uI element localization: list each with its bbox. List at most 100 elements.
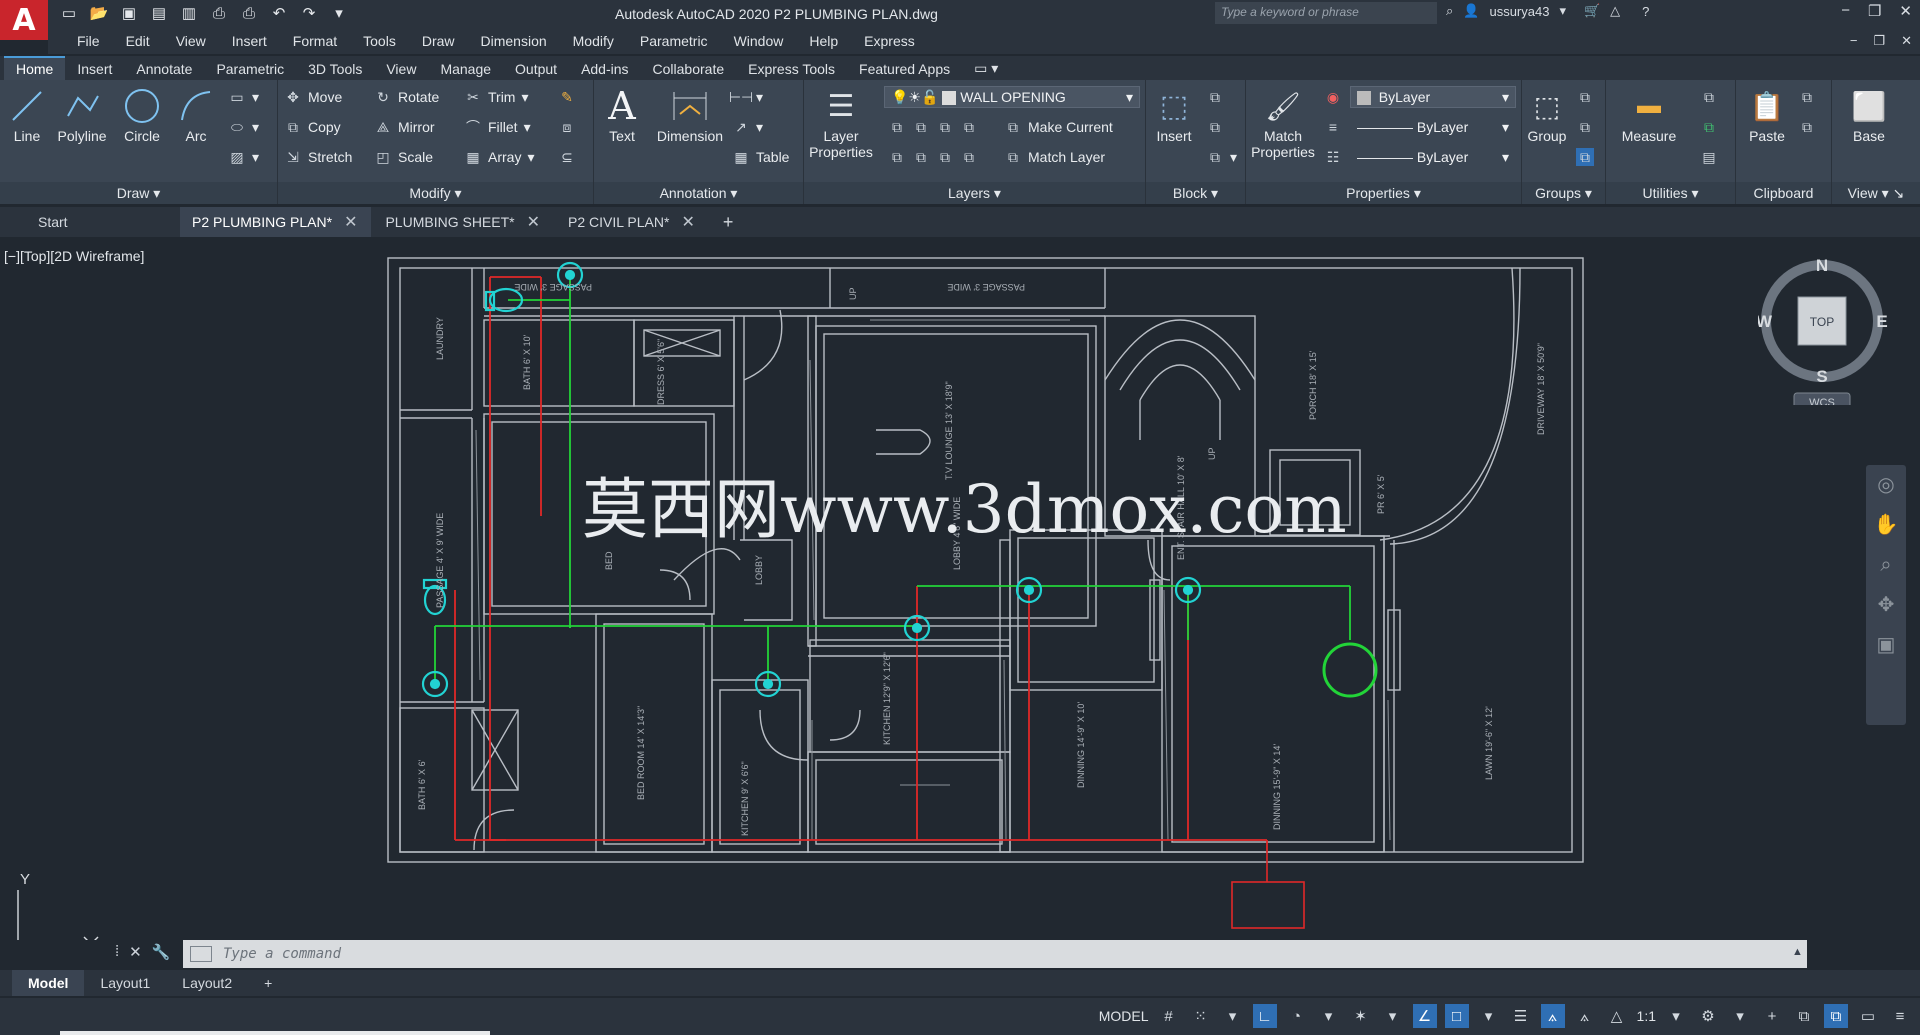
copy-button[interactable]: ⧉ Copy	[284, 118, 341, 136]
layer-on-icon[interactable]: ⧉	[888, 148, 906, 166]
close-tab-icon[interactable]: ✕	[681, 212, 694, 232]
layer-properties-button[interactable]: ☰ Layer Properties	[806, 86, 876, 161]
block-panel-title[interactable]: Block ▾	[1146, 182, 1245, 204]
workspace-gear-icon[interactable]: ⚙	[1696, 1004, 1720, 1028]
erase-button[interactable]: ✎	[558, 88, 576, 106]
customize-icon[interactable]: 🔧	[152, 943, 171, 961]
save-as-icon[interactable]: ▤	[148, 3, 170, 23]
layout-tab-model[interactable]: Model	[12, 970, 85, 996]
scale-button[interactable]: ◰ Scale	[374, 148, 433, 166]
print-icon[interactable]: ⎙	[238, 3, 260, 23]
rotate-button[interactable]: ↻ Rotate	[374, 88, 439, 106]
undo-icon[interactable]: ↶	[268, 3, 290, 23]
menu-tools[interactable]: Tools	[350, 33, 409, 49]
steering-wheel-icon[interactable]: ◎	[1866, 465, 1906, 505]
annotation-scale-icon[interactable]: △	[1605, 1004, 1629, 1028]
hatch-button[interactable]: ▨ ▾	[228, 148, 259, 166]
units-icon[interactable]: ⧉	[1792, 1004, 1816, 1028]
text-button[interactable]: A Text	[602, 84, 642, 144]
restore-icon[interactable]: ❐	[1868, 2, 1881, 20]
grip-handle-icon[interactable]: ⁞	[115, 943, 119, 961]
group-select-button[interactable]: ⧉	[1576, 148, 1594, 166]
calculator-button[interactable]: ▤	[1700, 148, 1718, 166]
layout-tab-layout1[interactable]: Layout1	[84, 970, 166, 996]
modify-panel-title[interactable]: Modify ▾	[278, 182, 593, 204]
workspace-dropdown-icon[interactable]: ▾	[1728, 1004, 1752, 1028]
doc-tab-p2-plumbing-plan[interactable]: P2 PLUMBING PLAN* ✕	[180, 207, 372, 237]
model-space-toggle[interactable]: MODEL	[1099, 1008, 1149, 1024]
doc-restore-icon[interactable]: ❐	[1873, 33, 1885, 49]
copy-clip-button[interactable]: ⧉	[1798, 88, 1816, 106]
layer-off-icon[interactable]: ⧉	[888, 118, 906, 136]
close-command-icon[interactable]: ✕	[129, 943, 142, 961]
layer-unlock-icon[interactable]: ⧉	[960, 148, 978, 166]
clean-screen-icon[interactable]: ▭	[1856, 1004, 1880, 1028]
table-button[interactable]: ▦ Table	[732, 148, 789, 166]
group-button[interactable]: ⬚ Group	[1524, 86, 1570, 145]
edit-block-button[interactable]: ⧉	[1206, 118, 1224, 136]
copy-with-base-button[interactable]: ⧉	[1798, 118, 1816, 136]
tab-manage[interactable]: Manage	[428, 58, 503, 80]
tab-home[interactable]: Home	[4, 56, 66, 80]
tab-annotate[interactable]: Annotate	[124, 58, 204, 80]
tab-3d-tools[interactable]: 3D Tools	[296, 58, 374, 80]
layer-isolate-icon[interactable]: ⧉	[912, 118, 930, 136]
new-icon[interactable]: ▭	[58, 3, 80, 23]
menu-help[interactable]: Help	[796, 33, 851, 49]
customization-menu-icon[interactable]: ≡	[1888, 1004, 1912, 1028]
mirror-button[interactable]: ⟁ Mirror	[374, 118, 435, 136]
close-tab-icon[interactable]: ✕	[344, 212, 357, 232]
ungroup-button[interactable]: ⧉	[1576, 88, 1594, 106]
trim-button[interactable]: ✂ Trim ▾	[464, 88, 528, 106]
pan-icon[interactable]: ✋	[1866, 505, 1906, 545]
user-icon[interactable]: 👤	[1463, 3, 1479, 19]
object-snap-dropdown-icon[interactable]: ▾	[1477, 1004, 1501, 1028]
doc-close-icon[interactable]: ✕	[1901, 33, 1912, 49]
tab-featured-apps[interactable]: Featured Apps	[847, 58, 962, 80]
doc-tab-p2-civil-plan[interactable]: P2 CIVIL PLAN* ✕	[554, 207, 709, 237]
dimension-button[interactable]: Dimension	[650, 86, 730, 144]
linear-dim-button[interactable]: ⊢⊣ ▾	[729, 88, 763, 106]
isodraft-dropdown-icon[interactable]: ▾	[1381, 1004, 1405, 1028]
base-button[interactable]: ⬜ Base	[1846, 86, 1892, 145]
match-layer-button[interactable]: ⧉ Match Layer	[1004, 148, 1105, 166]
view-panel-title[interactable]: View ▾ ↘	[1832, 182, 1920, 204]
snap-icon[interactable]: ⁙	[1189, 1004, 1213, 1028]
drawing-viewport[interactable]: PASSAGE 3' WIDE PASSAGE 3' WIDE UP LAUND…	[0, 240, 1920, 940]
polar-dropdown-icon[interactable]: ▾	[1317, 1004, 1341, 1028]
user-dropdown-icon[interactable]: ▾	[1559, 3, 1566, 19]
viewcube[interactable]: TOP N S E W WCS	[1758, 255, 1888, 405]
color-wheel-icon[interactable]: ◉	[1324, 88, 1342, 106]
arc-button[interactable]: Arc	[174, 86, 218, 144]
id-point-button[interactable]: ⧉	[1700, 88, 1718, 106]
layer-lock-icon[interactable]: ⧉	[960, 118, 978, 136]
layer-unisolate-icon[interactable]: ⧉	[912, 148, 930, 166]
block-attribute-button[interactable]: ⧉ ▾	[1206, 148, 1237, 166]
tab-express-tools[interactable]: Express Tools	[736, 58, 847, 80]
redo-icon[interactable]: ↷	[298, 3, 320, 23]
lineweight-toggle-icon[interactable]: ☰	[1509, 1004, 1533, 1028]
properties-panel-title[interactable]: Properties ▾	[1246, 182, 1521, 204]
make-current-button[interactable]: ⧉ Make Current	[1004, 118, 1113, 136]
lineweight-icon[interactable]: ≡	[1324, 118, 1342, 136]
tab-view[interactable]: View	[374, 58, 428, 80]
utilities-panel-title[interactable]: Utilities ▾	[1606, 182, 1735, 204]
floor-plan-drawing[interactable]: PASSAGE 3' WIDE PASSAGE 3' WIDE UP LAUND…	[0, 240, 1920, 940]
qat-dropdown-icon[interactable]: ▾	[328, 3, 350, 23]
menu-parametric[interactable]: Parametric	[627, 33, 721, 49]
offset-button[interactable]: ⊆	[558, 148, 576, 166]
compass-north[interactable]: N	[1816, 256, 1828, 275]
manhole-box[interactable]	[1231, 881, 1305, 929]
command-input[interactable]: Type a command	[183, 940, 1807, 968]
ribbon-toggle-icon[interactable]: ▭ ▾	[962, 57, 1010, 80]
paste-button[interactable]: 📋 Paste	[1742, 86, 1792, 145]
menu-format[interactable]: Format	[280, 33, 350, 49]
menu-draw[interactable]: Draw	[409, 33, 468, 49]
command-history-icon[interactable]: ▲	[1792, 946, 1803, 958]
ellipse-button[interactable]: ⬭ ▾	[228, 118, 259, 136]
compass-south[interactable]: S	[1816, 367, 1827, 386]
measure-button[interactable]: ▬ Measure	[1614, 86, 1684, 144]
leader-button[interactable]: ↗ ▾	[732, 118, 763, 136]
insert-button[interactable]: ⬚ Insert	[1150, 86, 1198, 145]
tab-insert[interactable]: Insert	[65, 58, 124, 80]
